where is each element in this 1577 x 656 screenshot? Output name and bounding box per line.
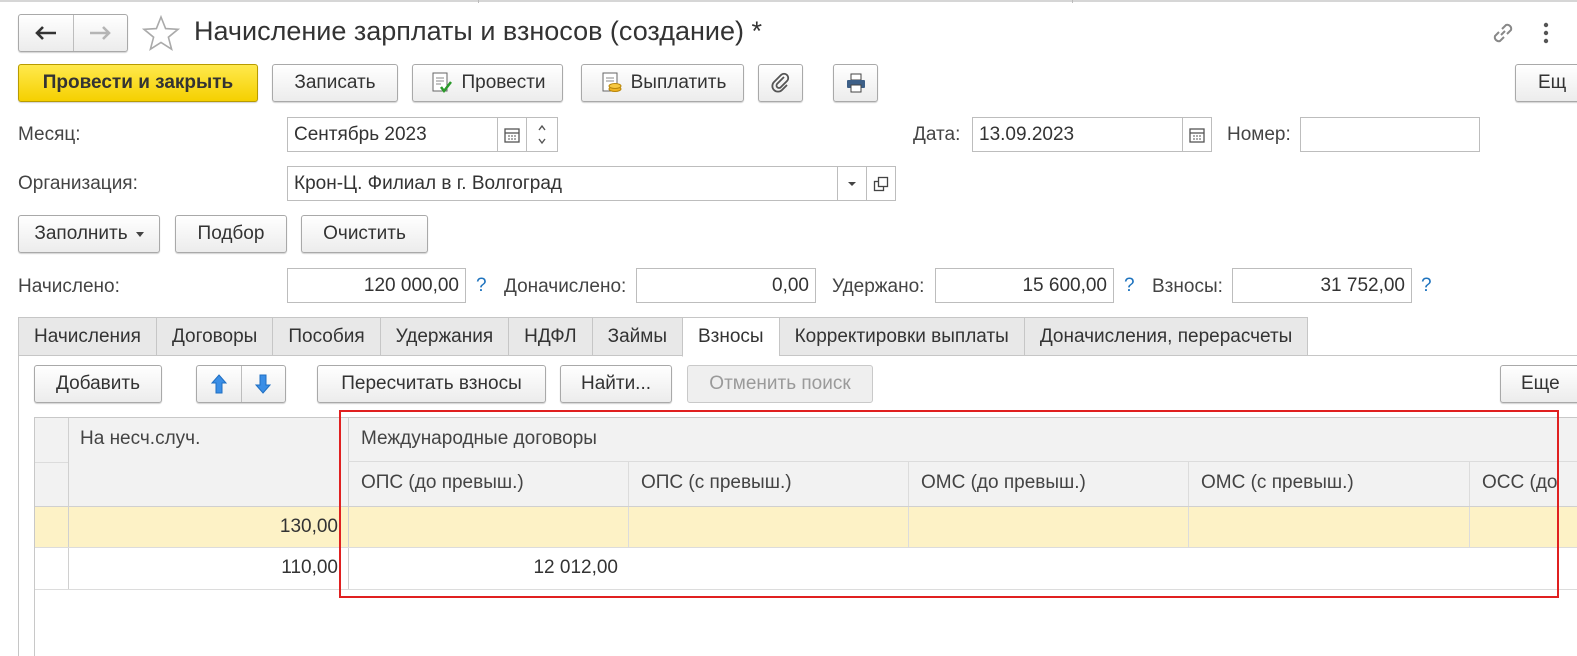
organization-dropdown-button[interactable] [837,166,867,201]
print-button[interactable] [833,64,878,102]
tab-ndfl[interactable]: НДФЛ [508,317,592,356]
date-input[interactable]: 13.09.2023 [972,117,1184,152]
extra-accrued-label: Доначислено: [504,276,627,297]
date-label: Дата: [913,124,961,145]
nav-buttons [18,14,128,52]
cell-accident[interactable]: 110,00 [68,547,338,589]
calendar-icon [504,127,520,143]
tab-recalculations[interactable]: Доначисления, перерасчеты [1023,317,1309,356]
cell-ops-before[interactable] [348,506,618,547]
move-buttons [196,365,286,403]
tab-accruals[interactable]: Начисления [18,317,156,356]
number-input[interactable] [1300,117,1480,152]
table-more-button[interactable]: Еще [1500,365,1577,403]
link-button[interactable] [1490,20,1516,46]
arrow-right-icon [90,26,112,40]
printer-icon [846,73,865,93]
select-button[interactable]: Подбор [175,215,287,253]
number-label: Номер: [1227,124,1291,145]
star-icon [141,14,181,51]
cell-accident[interactable]: 130,00 [68,506,338,547]
vertical-dots-icon [1543,22,1549,44]
month-calendar-button[interactable] [497,117,527,152]
column-header-ops-before[interactable]: ОПС (до превыш.) [361,472,524,494]
withheld-label: Удержано: [832,276,925,297]
find-button[interactable]: Найти... [560,365,672,403]
post-button-label: Провести [461,72,546,93]
accrued-label: Начислено: [18,276,120,297]
organization-label: Организация: [18,173,138,194]
back-button[interactable] [19,15,74,51]
move-up-button[interactable] [197,366,242,402]
calendar-icon [1189,127,1205,143]
date-calendar-button[interactable] [1182,117,1212,152]
contributions-value: 31 752,00 [1232,268,1412,303]
add-row-button[interactable]: Добавить [34,365,162,403]
arrow-up-icon [210,374,227,394]
cancel-search-button[interactable]: Отменить поиск [687,365,873,403]
month-label: Месяц: [18,124,81,145]
column-header-oms-before[interactable]: ОМС (до превыш.) [921,472,1086,494]
post-and-close-button[interactable]: Провести и закрыть [18,64,258,102]
withheld-help-link[interactable]: ? [1124,275,1135,297]
month-spinner[interactable] [526,117,558,152]
more-button[interactable]: Ещ [1515,64,1577,102]
open-window-icon [873,176,889,191]
favorite-star-button[interactable] [141,14,181,51]
clear-button[interactable]: Очистить [301,215,428,253]
column-header-oms-after[interactable]: ОМС (с превыш.) [1201,472,1354,494]
cell-ops-before[interactable]: 12 012,00 [348,547,618,589]
fill-button-label: Заполнить [34,223,128,244]
pay-button[interactable]: Выплатить [581,64,744,102]
link-icon [1493,23,1513,43]
top-divider [478,0,479,3]
tab-withholdings[interactable]: Удержания [379,317,509,356]
pay-document-icon [602,72,622,92]
accrued-help-link[interactable]: ? [476,275,487,297]
chevron-down-icon [848,181,856,186]
arrow-down-icon [255,374,272,394]
recalculate-contributions-button[interactable]: Пересчитать взносы [317,365,546,403]
arrow-left-icon [34,26,56,40]
save-button[interactable]: Записать [272,64,398,102]
extra-accrued-value: 0,00 [636,268,816,303]
tab-contributions[interactable]: Взносы [681,317,779,357]
withheld-value: 15 600,00 [935,268,1114,303]
tab-loans[interactable]: Займы [591,317,682,356]
top-divider [1072,0,1073,3]
contributions-help-link[interactable]: ? [1421,275,1432,297]
contributions-label: Взносы: [1152,276,1223,297]
fill-button[interactable]: Заполнить [18,215,160,253]
forward-button[interactable] [74,15,128,51]
column-header-oss-before[interactable]: ОСС (до [1482,472,1557,494]
top-border [0,0,1577,2]
move-down-button[interactable] [242,366,286,402]
tab-bar: Начисления Договоры Пособия Удержания НД… [18,317,1309,357]
tab-payment-corrections[interactable]: Корректировки выплаты [778,317,1024,356]
page-title: Начисление зарплаты и взносов (создание)… [194,16,763,46]
paperclip-icon [770,72,789,93]
contributions-table: На несч.случ. Международные договоры ОПС… [34,417,1577,656]
group-header-international: Международные договоры [361,428,597,449]
dropdown-triangle-icon [135,231,144,237]
pay-button-label: Выплатить [630,72,727,93]
month-input[interactable]: Сентябрь 2023 [287,117,498,152]
more-actions-button[interactable] [1538,20,1554,46]
post-document-icon [432,72,453,94]
organization-open-button[interactable] [866,166,896,201]
spinner-arrows-icon [538,124,546,145]
column-header-ops-after[interactable]: ОПС (с превыш.) [641,472,792,494]
post-button[interactable]: Провести [412,64,563,102]
accrued-value: 120 000,00 [287,268,466,303]
attach-button[interactable] [758,64,803,102]
organization-input[interactable]: Крон-Ц. Филиал в г. Волгоград [287,166,838,201]
tab-contracts[interactable]: Договоры [155,317,273,356]
column-header-accident[interactable]: На несч.случ. [80,428,200,450]
tab-benefits[interactable]: Пособия [272,317,380,356]
